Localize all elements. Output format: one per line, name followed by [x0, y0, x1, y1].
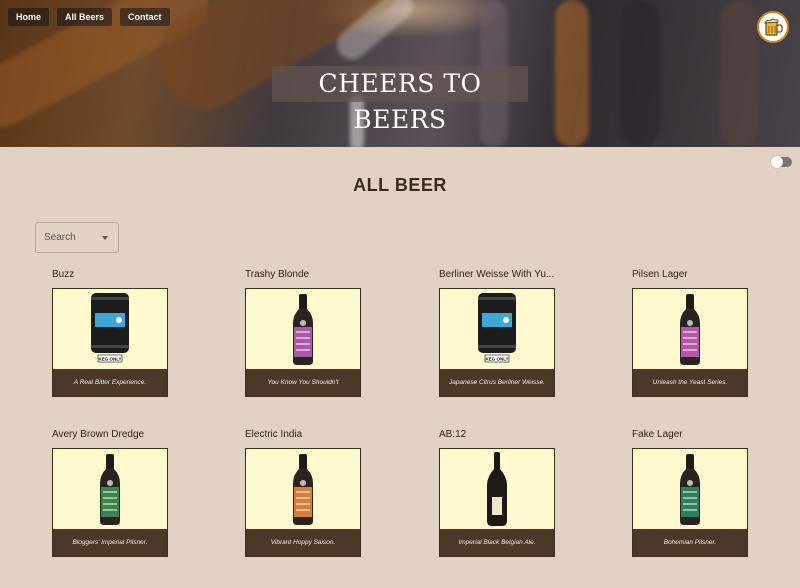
beer-name: Avery Brown Dredge — [52, 429, 145, 440]
search-select[interactable]: Search — [35, 222, 119, 253]
beer-tagline: Bloggers' Imperial Pilsner. — [53, 529, 167, 556]
beer-image-frame[interactable]: You Know You Shouldn't — [245, 288, 361, 397]
svg-text:KEG ONLY: KEG ONLY — [485, 357, 508, 362]
beer-name: Buzz — [52, 269, 75, 280]
beer-name: Electric India — [245, 429, 303, 440]
beer-name: Berliner Weisse With Yu... — [439, 269, 555, 280]
beer-name: Pilsen Lager — [632, 269, 688, 280]
beer-mug-logo-icon[interactable] — [757, 11, 789, 43]
beer-keg-image: KEG ONLY — [91, 293, 129, 363]
beer-bottle-image — [680, 454, 700, 525]
beer-tagline: Japanese Citrus Berliner Weisse. — [440, 369, 554, 396]
beer-card[interactable]: AB:12 Imperial Black Belgian Ale. — [439, 428, 555, 557]
beer-image-frame[interactable]: Unleash the Yeast Series. — [632, 288, 748, 397]
beer-image-frame[interactable]: Bohemian Pilsner. — [632, 448, 748, 557]
beer-image-frame[interactable]: Imperial Black Belgian Ale. — [439, 448, 555, 557]
beer-bottle-image — [293, 294, 313, 365]
beer-bottle-image — [487, 452, 507, 526]
toggle-knob — [771, 156, 783, 168]
svg-text:KEG ONLY: KEG ONLY — [98, 357, 121, 362]
beer-bottle-image — [293, 454, 313, 525]
chevron-down-icon — [102, 236, 108, 240]
beer-tagline: A Real Bitter Experience. — [53, 369, 167, 396]
beer-tagline: Unleash the Yeast Series. — [633, 369, 747, 396]
beer-tagline: Imperial Black Belgian Ale. — [440, 529, 554, 556]
beer-card[interactable]: Trashy Blonde You Know You Shouldn't — [245, 268, 361, 397]
beer-card[interactable]: Buzz KEG ONLY A Real Bitter Experience. — [52, 268, 168, 397]
beer-tagline: You Know You Shouldn't — [246, 369, 360, 396]
hero-title: CHEERS TO BEERS — [272, 66, 528, 134]
beer-name: Trashy Blonde — [245, 269, 310, 280]
beer-card[interactable]: Berliner Weisse With Yu... KEG ONLY Japane… — [439, 268, 555, 397]
beer-card[interactable]: Pilsen Lager Unleash the Yeast Series. — [632, 268, 748, 397]
beer-card[interactable]: Fake Lager Bohemian Pilsner. — [632, 428, 748, 557]
beer-tagline: Bohemian Pilsner. — [633, 529, 747, 556]
beer-bottle-image — [100, 454, 120, 525]
beer-name: Fake Lager — [632, 429, 683, 440]
nav-contact-link[interactable]: Contact — [120, 8, 170, 26]
beer-name: AB:12 — [439, 429, 467, 440]
beer-keg-image: KEG ONLY — [478, 293, 516, 363]
beer-card[interactable]: Avery Brown Dredge Bloggers' Imperial Pil… — [52, 428, 168, 557]
nav-home-link[interactable]: Home — [8, 8, 50, 26]
nav-all-beers-link[interactable]: All Beers — [57, 8, 113, 26]
hero-banner: Home All Beers Contact CHEERS TO BEERS — [0, 0, 800, 147]
beer-card[interactable]: Electric India Vibrant Hoppy Saison. — [245, 428, 361, 557]
top-nav: Home All Beers Contact — [8, 8, 170, 26]
theme-toggle[interactable] — [771, 156, 792, 168]
beer-bottle-image — [680, 294, 700, 365]
page-title: ALL BEER — [353, 175, 447, 195]
beer-image-frame[interactable]: KEG ONLY Japanese Citrus Berliner Weisse. — [439, 288, 555, 397]
beer-tagline: Vibrant Hoppy Saison. — [246, 529, 360, 556]
beer-image-frame[interactable]: Bloggers' Imperial Pilsner. — [52, 448, 168, 557]
search-placeholder: Search — [44, 232, 76, 243]
beer-image-frame[interactable]: Vibrant Hoppy Saison. — [245, 448, 361, 557]
beer-image-frame[interactable]: KEG ONLY A Real Bitter Experience. — [52, 288, 168, 397]
